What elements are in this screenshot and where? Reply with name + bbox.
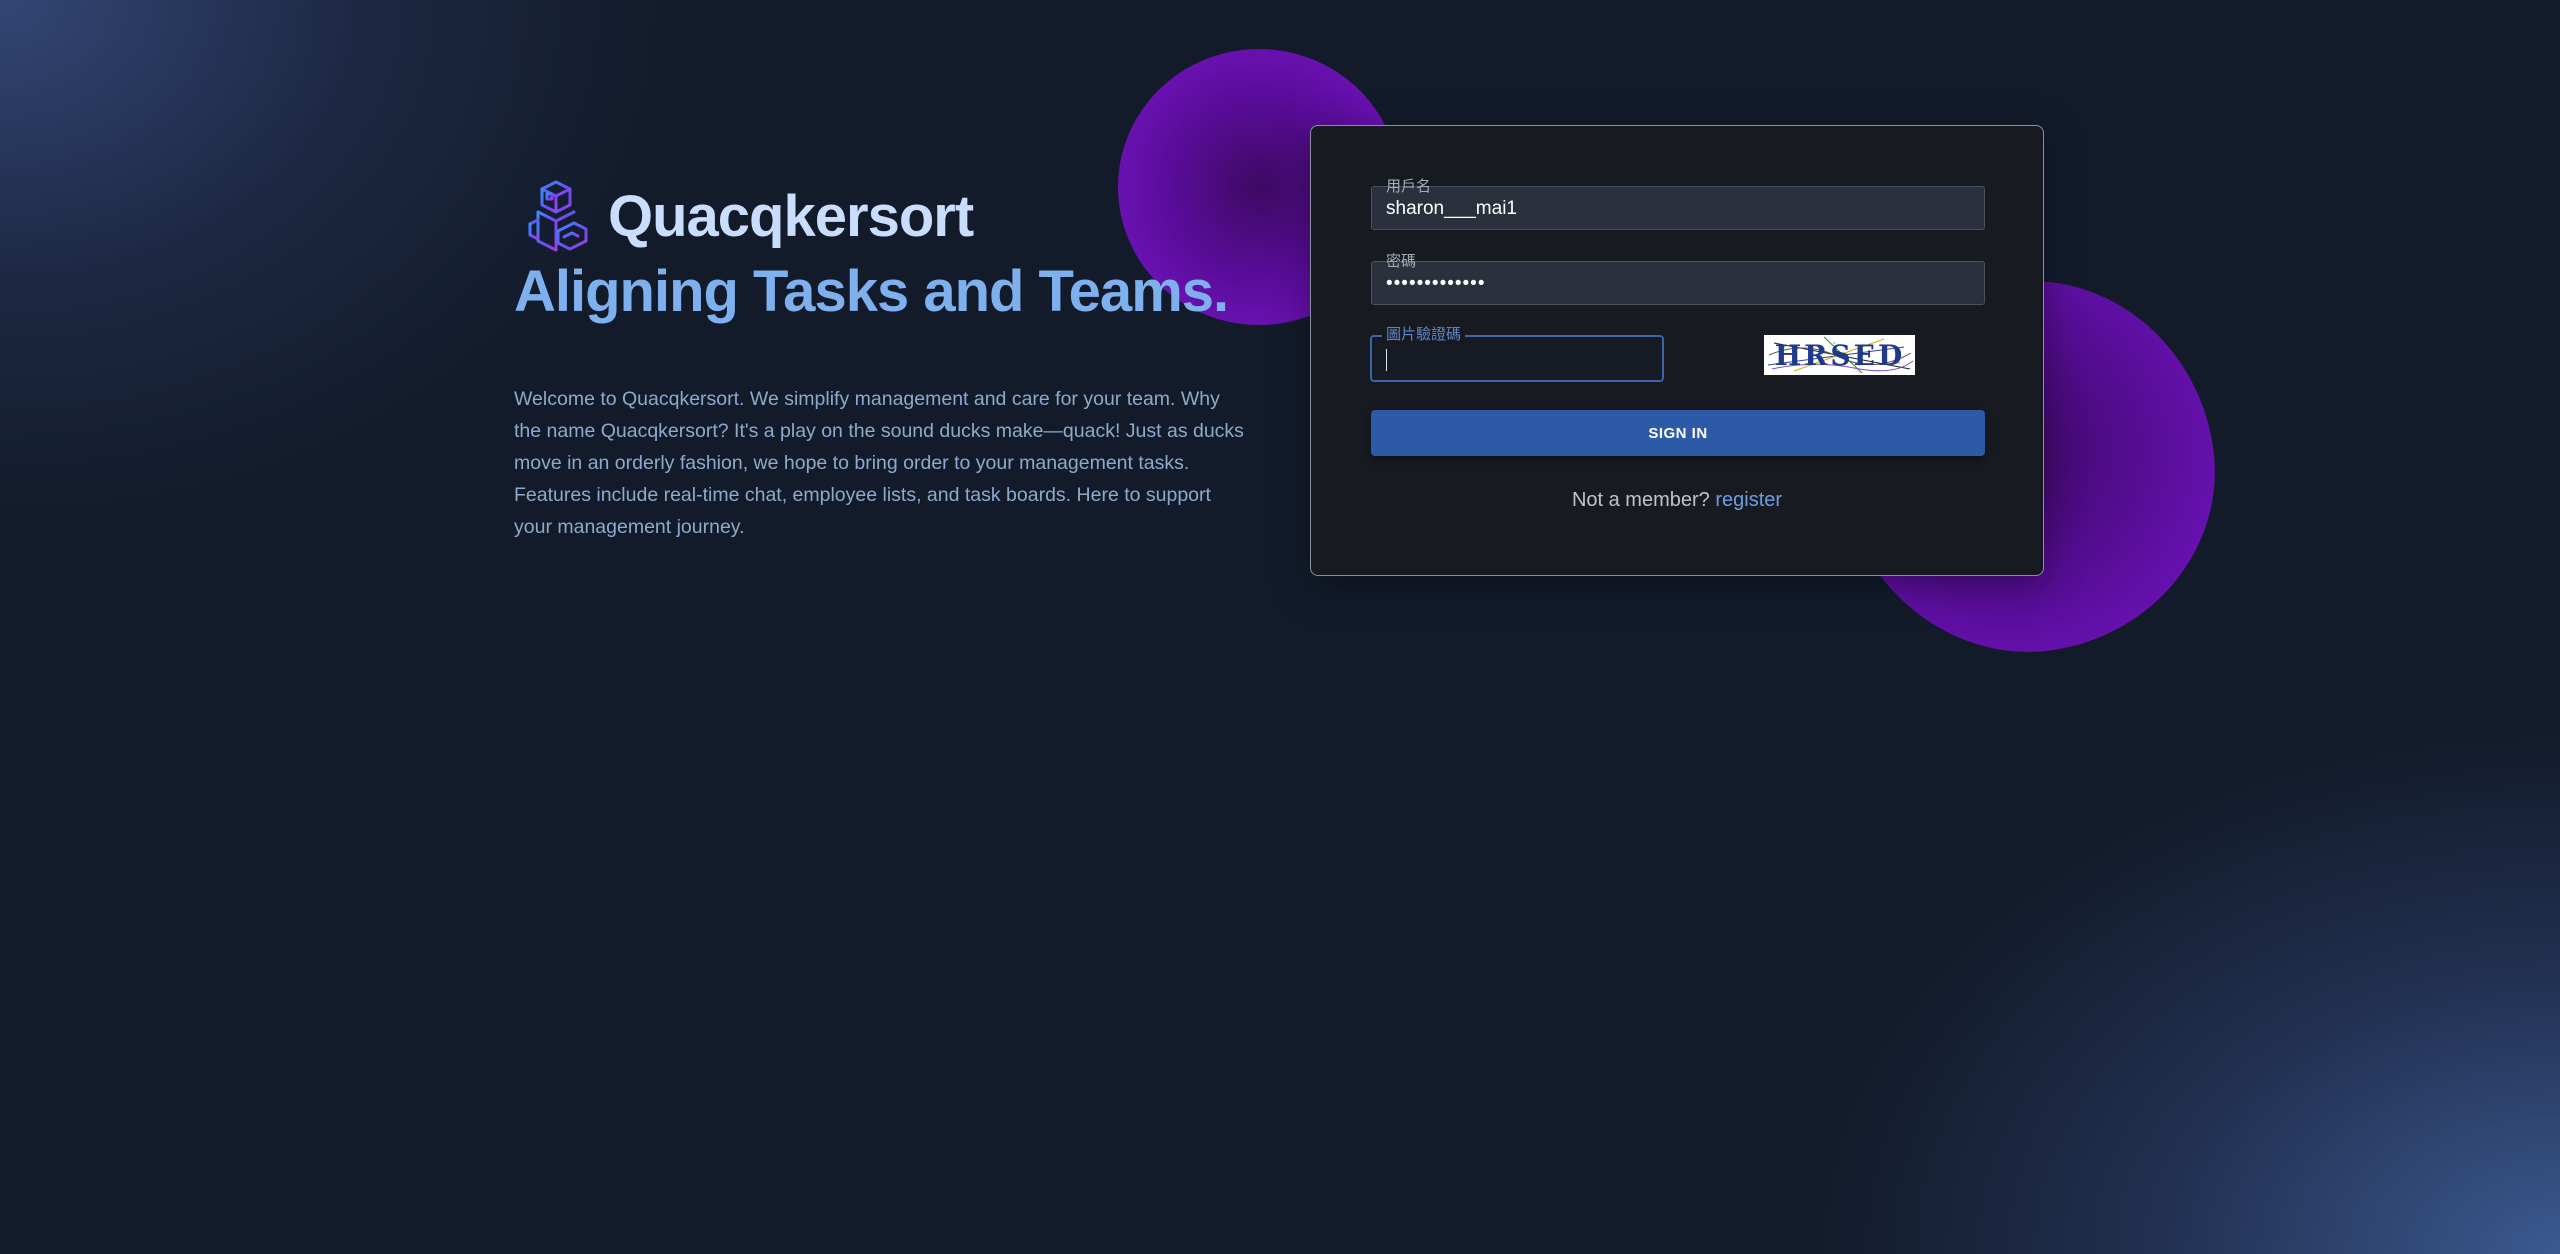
text-caret	[1386, 349, 1387, 371]
robot-duck-icon	[528, 180, 588, 252]
password-label: 密碼	[1386, 252, 1417, 270]
intro-paragraph: Welcome to Quacqkersort. We simplify man…	[514, 388, 1244, 538]
captcha-text: HRSED	[1775, 339, 1906, 372]
username-value[interactable]: sharon___mai1	[1386, 197, 1517, 221]
captcha-image[interactable]: HRSED	[1764, 335, 1915, 375]
captcha-label: 圖片驗證碼	[1382, 325, 1466, 343]
password-value[interactable]: •••••••••••••	[1386, 272, 1485, 296]
username-field[interactable]: 用戶名 sharon___mai1	[1371, 177, 1985, 230]
hero-section: Quacqkersort Aligning Tasks and Teams. W…	[514, 176, 1244, 563]
username-label: 用戶名	[1386, 177, 1432, 195]
brand-row: Quacqkersort	[514, 176, 1244, 256]
register-prompt: Not a member? register	[1311, 489, 2043, 512]
register-link[interactable]: register	[1715, 489, 1782, 511]
brand-name: Quacqkersort	[608, 183, 974, 249]
member-prompt-text: Not a member?	[1571, 489, 1710, 511]
password-field[interactable]: 密碼 •••••••••••••	[1371, 252, 1985, 305]
tagline: Aligning Tasks and Teams.	[514, 259, 1229, 324]
captcha-input[interactable]: 圖片驗證碼	[1370, 325, 1664, 382]
login-card: 用戶名 sharon___mai1 密碼 ••••••••••••• 圖片驗證碼…	[1310, 125, 2044, 576]
sign-in-button[interactable]: SIGN IN	[1371, 410, 1985, 456]
